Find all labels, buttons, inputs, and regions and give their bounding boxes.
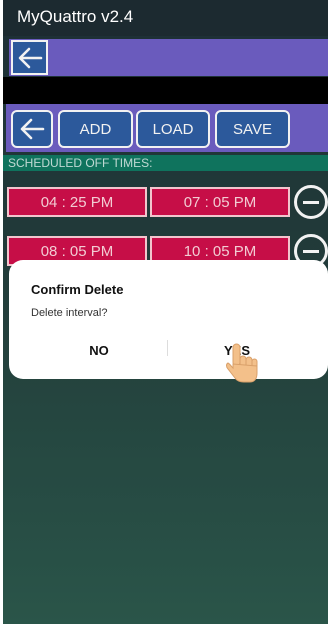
dialog-title: Confirm Delete: [31, 282, 124, 297]
confirm-delete-dialog: Confirm Delete Delete interval? NO YES: [9, 260, 328, 379]
title-bar: MyQuattro v2.4: [3, 0, 328, 36]
hand-pointer-icon: [226, 343, 258, 383]
button-divider: [167, 340, 168, 356]
dialog-message: Delete interval?: [31, 307, 108, 319]
app-title: MyQuattro v2.4: [17, 7, 134, 26]
no-button[interactable]: NO: [39, 336, 159, 364]
